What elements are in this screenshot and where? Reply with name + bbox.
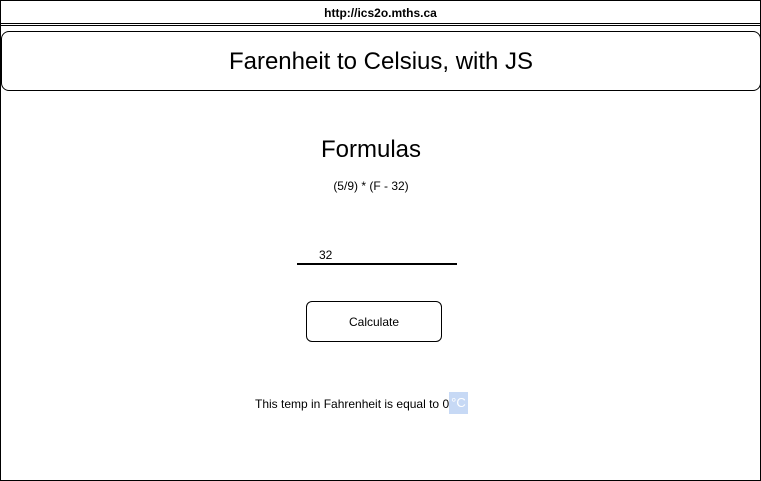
url-text: http://ics2o.mths.ca (324, 6, 437, 20)
formula-text: (5/9) * (F - 32) (333, 179, 409, 193)
result-unit: °C (449, 392, 468, 414)
result-prefix: This temp in Fahrenheit is equal to (255, 397, 440, 411)
result-value: 0 (442, 397, 450, 411)
url-bar: http://ics2o.mths.ca (1, 1, 760, 24)
header-card: Farenheit to Celsius, with JS (1, 31, 761, 91)
page-title: Farenheit to Celsius, with JS (228, 48, 534, 75)
formulas-heading: Formulas (320, 136, 422, 163)
fahrenheit-input[interactable] (297, 247, 457, 265)
url-bar-divider (1, 25, 760, 26)
calculate-button[interactable]: Calculate (306, 301, 442, 342)
page-frame: http://ics2o.mths.ca Farenheit to Celsiu… (0, 0, 761, 481)
result-line: This temp in Fahrenheit is equal to 0 °C (255, 392, 468, 414)
